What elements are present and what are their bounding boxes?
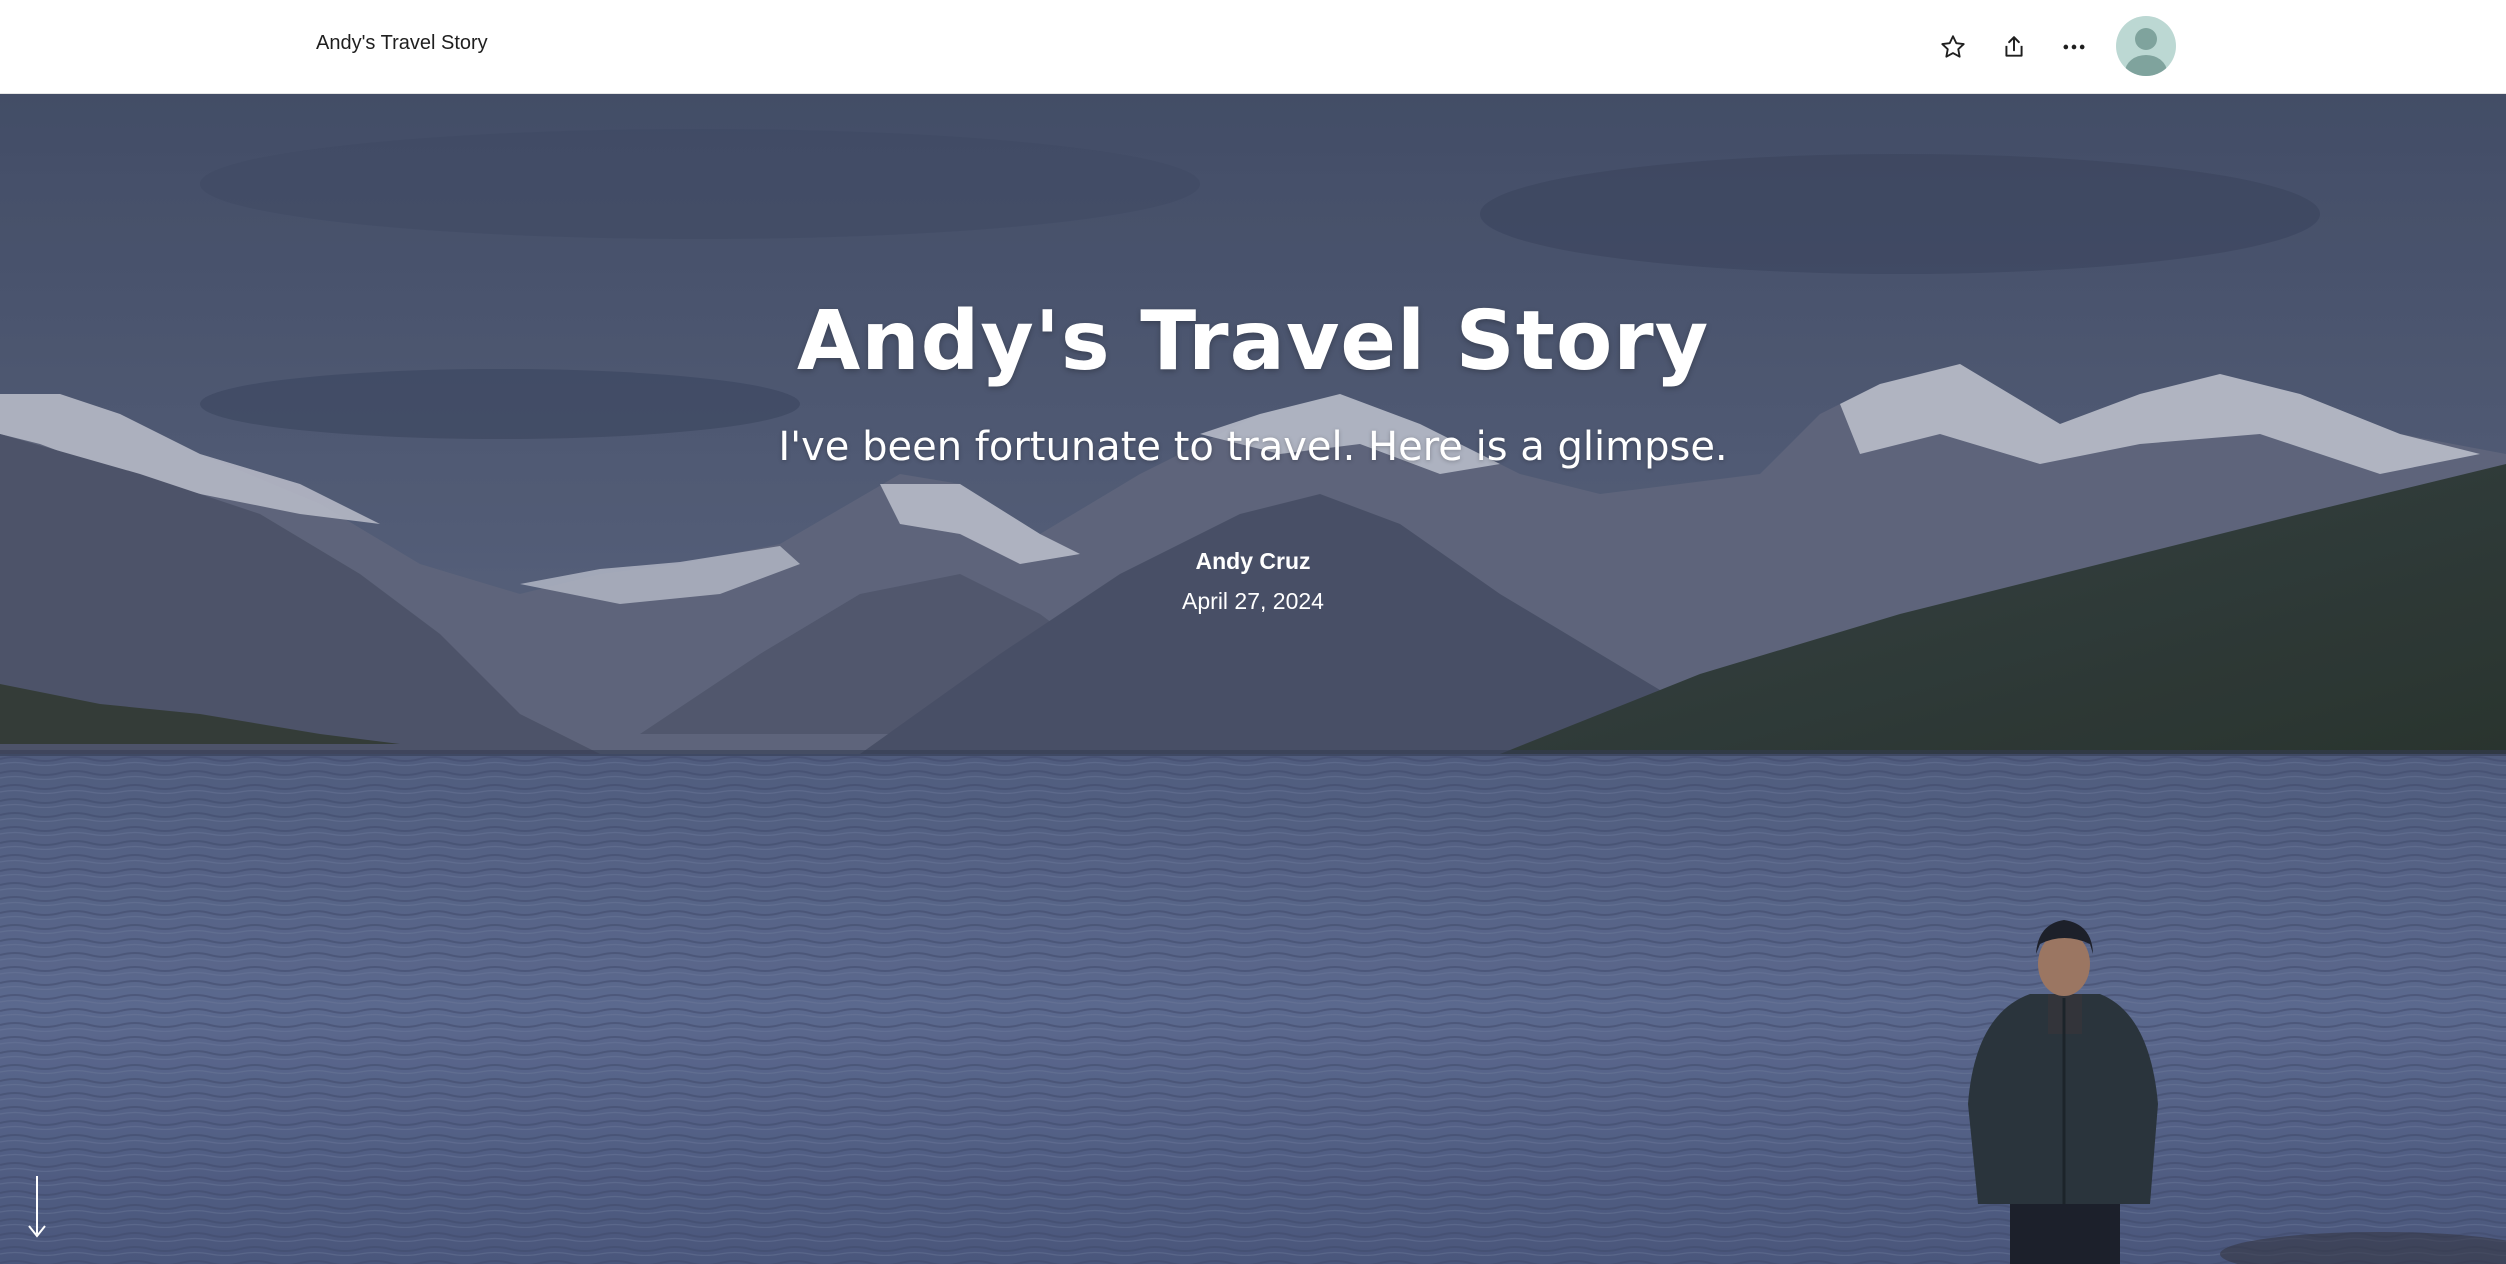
star-icon <box>1941 35 1965 58</box>
hero-overlay <box>0 94 2506 1264</box>
person-icon <box>2125 28 2167 76</box>
document-title[interactable]: Andy's Travel Story <box>316 32 488 55</box>
more-options-button[interactable] <box>2053 26 2095 68</box>
favorite-button[interactable] <box>1932 26 1974 68</box>
share-button[interactable] <box>1993 26 2035 68</box>
user-avatar[interactable] <box>2116 16 2176 76</box>
hero-title: Andy's Travel Story <box>796 294 1710 389</box>
hero-subtitle: I've been fortunate to travel. Here is a… <box>778 424 1728 470</box>
author-name: Andy Cruz <box>1195 548 1311 574</box>
scroll-down-button[interactable] <box>22 1174 52 1240</box>
arrow-down-icon <box>28 1176 46 1238</box>
publish-date: April 27, 2024 <box>1182 588 1324 614</box>
top-bar: Andy's Travel Story <box>0 0 2506 94</box>
more-icon <box>2063 44 2085 50</box>
hero-section: Andy's Travel Story I've been fortunate … <box>0 94 2506 1264</box>
share-icon <box>2005 36 2023 57</box>
